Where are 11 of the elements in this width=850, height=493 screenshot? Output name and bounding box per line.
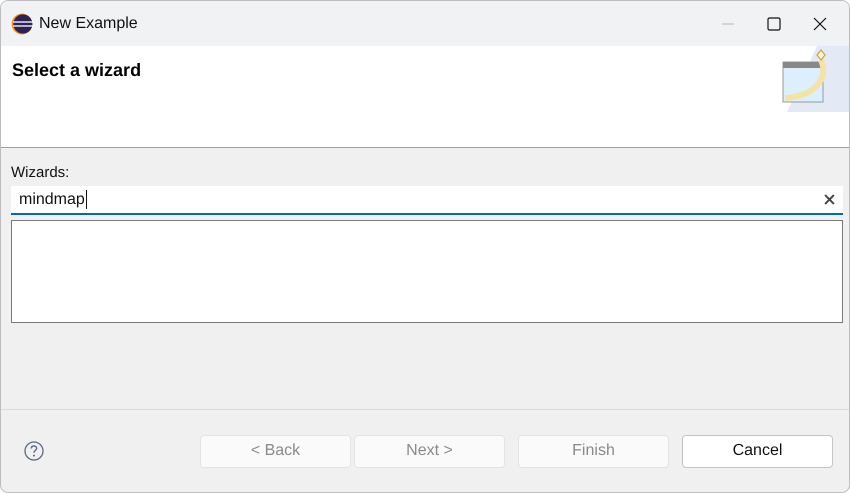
window-title: New Example <box>39 14 138 32</box>
wizards-label: Wizards: <box>11 164 70 181</box>
clear-icon[interactable] <box>824 194 835 205</box>
page-title: Select a wizard <box>12 60 142 81</box>
wizard-list[interactable] <box>11 220 843 323</box>
maximize-icon[interactable] <box>767 16 781 30</box>
dialog-button[interactable]: Cancel <box>682 434 833 468</box>
filter-field[interactable]: mindmap <box>11 186 843 215</box>
close-icon[interactable] <box>813 16 827 30</box>
eclipse-logo-icon <box>11 12 33 34</box>
help-icon[interactable] <box>24 441 44 461</box>
